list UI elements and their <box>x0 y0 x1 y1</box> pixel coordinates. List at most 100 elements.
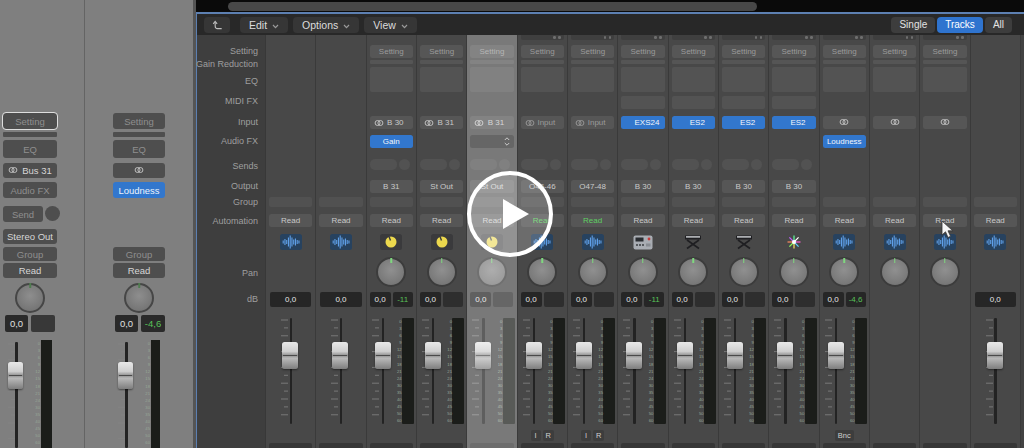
volume-fader[interactable] <box>375 342 391 369</box>
channel-name-box[interactable] <box>571 443 614 448</box>
channel-setting-button[interactable]: Setting <box>420 45 463 58</box>
volume-db-value[interactable]: 0,0 <box>370 292 391 307</box>
volume-fader[interactable] <box>828 342 844 369</box>
input-slot-button[interactable] <box>113 163 165 178</box>
automation-read-button[interactable]: Read <box>722 214 765 227</box>
waveform-icon[interactable] <box>884 234 906 250</box>
peak-db-value[interactable]: -11 <box>644 292 664 307</box>
send-knob[interactable] <box>600 159 611 170</box>
channel-setting-button[interactable]: Setting <box>521 45 564 58</box>
peak-db-value[interactable]: -4,6 <box>141 315 165 332</box>
peak-db-value[interactable] <box>695 292 715 307</box>
volume-fader[interactable] <box>425 342 441 369</box>
pan-knob[interactable] <box>527 257 557 287</box>
channel-setting-button[interactable]: Setting <box>672 45 715 58</box>
audio-fx-button[interactable]: Gain <box>370 135 413 148</box>
output-button[interactable]: B 30 <box>672 180 715 193</box>
channel-name-box[interactable] <box>621 443 664 448</box>
pan-knob[interactable] <box>779 257 809 287</box>
audio-fx-button[interactable]: Audio FX <box>3 182 57 198</box>
volume-db-value[interactable]: 0,0 <box>320 292 361 307</box>
send-knob[interactable] <box>499 159 510 170</box>
segment-all[interactable]: All <box>985 17 1012 33</box>
channel-setting-button[interactable]: Setting <box>370 45 413 58</box>
input-slot-button[interactable]: B 30 <box>370 116 413 129</box>
channel-setting-button[interactable]: Setting <box>772 45 815 58</box>
send-slot[interactable] <box>772 159 799 170</box>
channel-setting-button[interactable]: Setting <box>3 113 57 129</box>
channel-name-box[interactable] <box>370 443 413 448</box>
midi-fx-slot[interactable] <box>722 96 765 109</box>
volume-fader[interactable] <box>777 342 793 369</box>
yellow-knob-icon[interactable] <box>431 234 453 250</box>
automation-read-button[interactable]: Read <box>672 214 715 227</box>
waveform-icon[interactable] <box>582 234 604 250</box>
channel-name-box[interactable] <box>974 443 1017 448</box>
output-button[interactable]: Stereo Out <box>3 229 57 244</box>
volume-fader[interactable] <box>332 342 348 369</box>
input-slot-button[interactable]: Input <box>571 116 614 129</box>
peak-db-value[interactable] <box>31 315 55 332</box>
group-slot[interactable] <box>974 197 1017 207</box>
volume-fader[interactable] <box>987 342 1003 369</box>
send-slot[interactable] <box>722 159 749 170</box>
volume-db-value[interactable]: 0,0 <box>115 315 138 332</box>
volume-fader[interactable] <box>118 362 133 389</box>
pan-knob[interactable] <box>477 257 507 287</box>
output-button[interactable]: B 30 <box>772 180 815 193</box>
channel-name-box[interactable] <box>672 443 715 448</box>
volume-db-value[interactable]: 0,0 <box>521 292 542 307</box>
group-slot[interactable] <box>370 197 413 207</box>
input-slot-button[interactable]: ES2 <box>722 116 765 129</box>
send-slot[interactable] <box>521 159 548 170</box>
volume-db-value[interactable]: 0,0 <box>722 292 743 307</box>
segment-single[interactable]: Single <box>891 17 935 33</box>
group-slot[interactable] <box>269 197 312 207</box>
midi-fx-slot[interactable] <box>621 96 664 109</box>
volume-fader[interactable] <box>526 342 542 369</box>
volume-db-value[interactable]: 0,0 <box>270 292 311 307</box>
audio-fx-stepper[interactable] <box>470 135 513 148</box>
group-slot[interactable] <box>772 197 815 207</box>
send-slot[interactable] <box>571 159 598 170</box>
volume-db-value[interactable]: 0,0 <box>823 292 844 307</box>
channel-name-box[interactable] <box>873 443 916 448</box>
waveform-icon[interactable] <box>330 234 352 250</box>
peak-db-value[interactable]: -11 <box>393 292 413 307</box>
channel-name-box[interactable] <box>923 443 966 448</box>
eq-display-slot[interactable]: EQ <box>3 140 57 158</box>
channel-name-box[interactable] <box>269 443 312 448</box>
volume-db-value[interactable]: 0,0 <box>470 292 491 307</box>
automation-read-button[interactable]: Read <box>113 263 165 278</box>
volume-fader[interactable] <box>677 342 693 369</box>
send-slot[interactable] <box>370 159 397 170</box>
send-knob[interactable] <box>45 206 60 221</box>
send-knob[interactable] <box>399 159 410 170</box>
pan-knob[interactable] <box>124 283 154 313</box>
group-slot[interactable] <box>923 197 966 207</box>
waveform-icon[interactable] <box>984 234 1006 250</box>
channel-setting-button[interactable]: Setting <box>722 45 765 58</box>
peak-db-value[interactable] <box>745 292 765 307</box>
group-slot[interactable] <box>672 197 715 207</box>
automation-read-button[interactable]: Read <box>420 214 463 227</box>
send-knob[interactable] <box>449 159 460 170</box>
menu-edit[interactable]: Edit <box>240 17 288 33</box>
volume-fader[interactable] <box>626 342 642 369</box>
input-slot-button[interactable]: Input <box>521 116 564 129</box>
output-button[interactable]: B 30 <box>621 180 664 193</box>
input-slot-button[interactable] <box>873 116 916 129</box>
peak-db-value[interactable] <box>795 292 815 307</box>
volume-db-value[interactable]: 0,0 <box>772 292 793 307</box>
volume-db-value[interactable]: 0,0 <box>5 315 28 332</box>
channel-name-box[interactable] <box>420 443 463 448</box>
channel-setting-button[interactable]: Setting <box>823 45 866 58</box>
automation-read-button[interactable]: Read <box>370 214 413 227</box>
starburst-icon[interactable] <box>783 234 805 250</box>
output-button[interactable]: O47-48 <box>571 180 614 193</box>
drum-machine-icon[interactable] <box>632 234 654 250</box>
volume-fader[interactable] <box>727 342 743 369</box>
group-slot[interactable] <box>319 197 362 207</box>
volume-fader[interactable] <box>282 342 298 369</box>
volume-db-value[interactable]: 0,0 <box>672 292 693 307</box>
